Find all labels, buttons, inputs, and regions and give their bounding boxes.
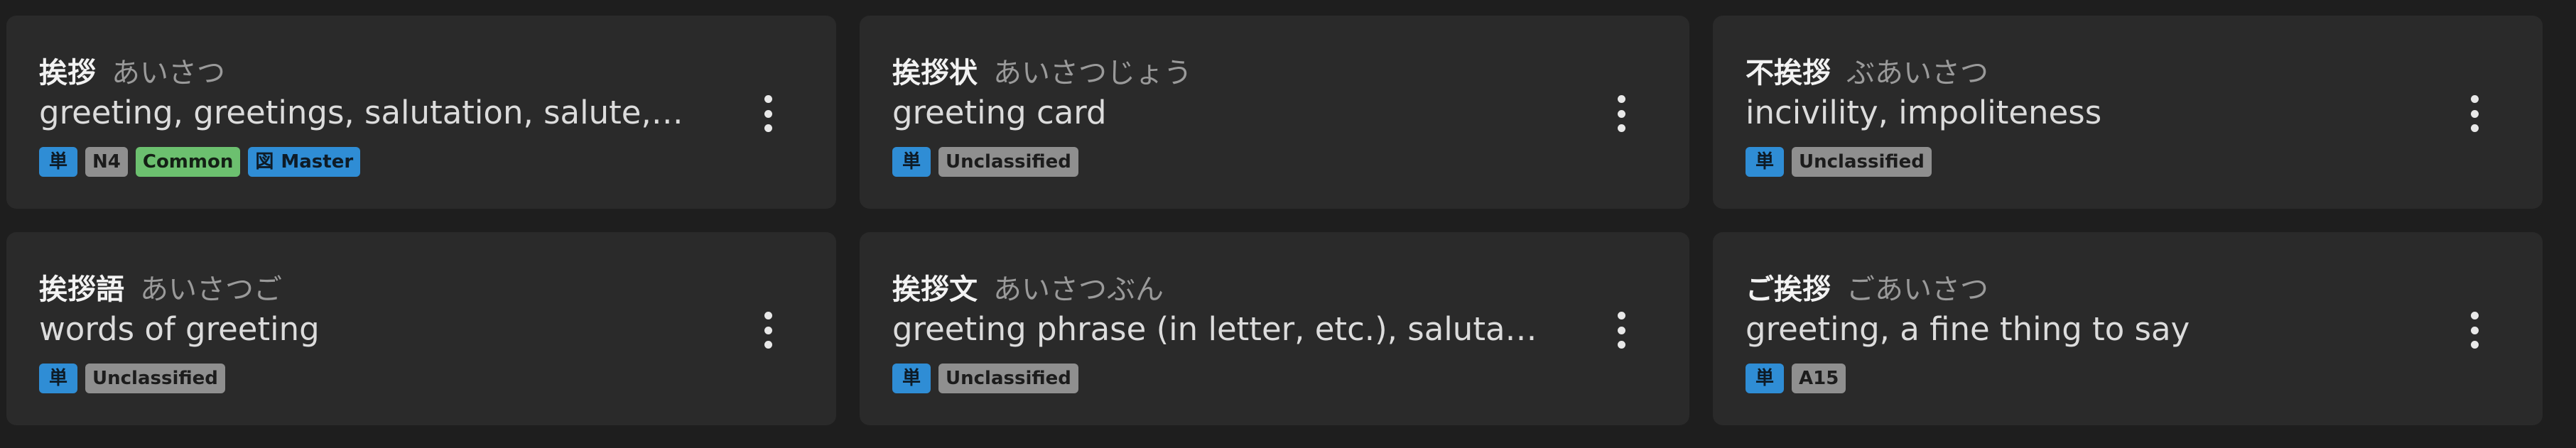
kebab-dot-icon bbox=[2470, 124, 2479, 132]
card-header: 挨拶語 あいさつご bbox=[39, 266, 694, 306]
tag-list: 単 N4 Common 図 Master bbox=[39, 147, 694, 177]
tag-list: 単 A15 bbox=[1746, 364, 2401, 393]
tag-list: 単 Unclassified bbox=[892, 364, 1547, 393]
word-type-badge: 単 bbox=[39, 364, 77, 393]
kebab-dot-icon bbox=[764, 95, 772, 103]
tag-list: 単 Unclassified bbox=[39, 364, 694, 393]
kebab-dot-icon bbox=[2470, 341, 2479, 349]
word-type-badge: 単 bbox=[1746, 364, 1784, 393]
reading-text: あいさつぶん bbox=[993, 273, 1164, 306]
word-type-badge: 単 bbox=[892, 364, 931, 393]
meaning-text: greeting card bbox=[892, 94, 1107, 131]
card-header: 不挨拶 ぶあいさつ bbox=[1746, 50, 2401, 89]
meaning-text: greeting phrase (in letter, etc.), salut… bbox=[892, 310, 1547, 348]
kebab-dot-icon bbox=[1617, 124, 1625, 132]
word-card[interactable]: 挨拶語 あいさつご words of greeting 単 Unclassifi… bbox=[6, 232, 836, 425]
master-badge-label: Master bbox=[281, 151, 354, 173]
kebab-dot-icon bbox=[764, 109, 772, 118]
more-options-button[interactable] bbox=[1614, 312, 1628, 349]
word-card[interactable]: 挨拶文 あいさつぶん greeting phrase (in letter, e… bbox=[860, 232, 1689, 425]
card-header: 挨拶状 あいさつじょう bbox=[892, 50, 1547, 89]
card-header: 挨拶 あいさつ bbox=[39, 50, 694, 89]
kebab-dot-icon bbox=[2470, 109, 2479, 118]
word-type-badge: 単 bbox=[39, 147, 77, 177]
reading-text: ぶあいさつ bbox=[1846, 57, 1988, 89]
meaning-text: incivility, impoliteness bbox=[1746, 94, 2102, 131]
tag-list: 単 Unclassified bbox=[892, 147, 1547, 177]
more-options-button[interactable] bbox=[761, 312, 775, 349]
kebab-dot-icon bbox=[2470, 312, 2479, 319]
reading-text: あいさつじょう bbox=[993, 57, 1192, 89]
word-card[interactable]: ご挨拶 ごあいさつ greeting, a fine thing to say … bbox=[1713, 232, 2543, 425]
word-type-badge: 単 bbox=[892, 147, 931, 177]
more-options-button[interactable] bbox=[2467, 312, 2482, 349]
reading-text: あいさつご bbox=[140, 273, 282, 306]
kebab-dot-icon bbox=[1617, 95, 1625, 103]
kebab-dot-icon bbox=[1617, 341, 1625, 349]
master-badge: 図 Master bbox=[248, 147, 361, 177]
more-options-button[interactable] bbox=[1614, 95, 1628, 132]
kebab-dot-icon bbox=[764, 124, 772, 132]
card-header: 挨拶文 あいさつぶん bbox=[892, 266, 1547, 306]
word-card[interactable]: 挨拶状 あいさつじょう greeting card 単 Unclassified bbox=[860, 16, 1689, 209]
meaning-text: words of greeting bbox=[39, 310, 320, 348]
word-text: 挨拶語 bbox=[39, 273, 124, 306]
word-card[interactable]: 挨拶 あいさつ greeting, greetings, salutation,… bbox=[6, 16, 836, 209]
more-options-button[interactable] bbox=[761, 95, 775, 132]
jlpt-badge: N4 bbox=[85, 147, 128, 177]
level-badge: Unclassified bbox=[938, 147, 1078, 177]
master-icon: 図 bbox=[255, 151, 274, 173]
kebab-dot-icon bbox=[1617, 109, 1625, 118]
level-badge: Unclassified bbox=[1792, 147, 1932, 177]
tag-list: 単 Unclassified bbox=[1746, 147, 2401, 177]
word-text: 不挨拶 bbox=[1746, 57, 1831, 89]
kebab-dot-icon bbox=[1617, 326, 1625, 334]
word-text: 挨拶文 bbox=[892, 273, 978, 306]
word-text: 挨拶状 bbox=[892, 57, 978, 89]
kebab-dot-icon bbox=[764, 341, 772, 349]
meaning-text: greeting, greetings, salutation, salute,… bbox=[39, 94, 683, 131]
word-text: ご挨拶 bbox=[1746, 273, 1831, 306]
level-badge: A15 bbox=[1792, 364, 1846, 393]
kebab-dot-icon bbox=[764, 312, 772, 319]
kebab-dot-icon bbox=[2470, 95, 2479, 103]
word-card[interactable]: 不挨拶 ぶあいさつ incivility, impoliteness 単 Unc… bbox=[1713, 16, 2543, 209]
word-text: 挨拶 bbox=[39, 57, 96, 89]
kebab-dot-icon bbox=[2470, 326, 2479, 334]
kebab-dot-icon bbox=[1617, 312, 1625, 319]
common-badge: Common bbox=[135, 147, 241, 177]
level-badge: Unclassified bbox=[85, 364, 225, 393]
reading-text: ごあいさつ bbox=[1846, 273, 1988, 306]
reading-text: あいさつ bbox=[112, 57, 225, 89]
word-type-badge: 単 bbox=[1746, 147, 1784, 177]
kebab-dot-icon bbox=[764, 326, 772, 334]
level-badge: Unclassified bbox=[938, 364, 1078, 393]
meaning-text: greeting, a fine thing to say bbox=[1746, 310, 2190, 348]
card-header: ご挨拶 ごあいさつ bbox=[1746, 266, 2401, 306]
more-options-button[interactable] bbox=[2467, 95, 2482, 132]
results-grid: 挨拶 あいさつ greeting, greetings, salutation,… bbox=[6, 16, 2543, 425]
